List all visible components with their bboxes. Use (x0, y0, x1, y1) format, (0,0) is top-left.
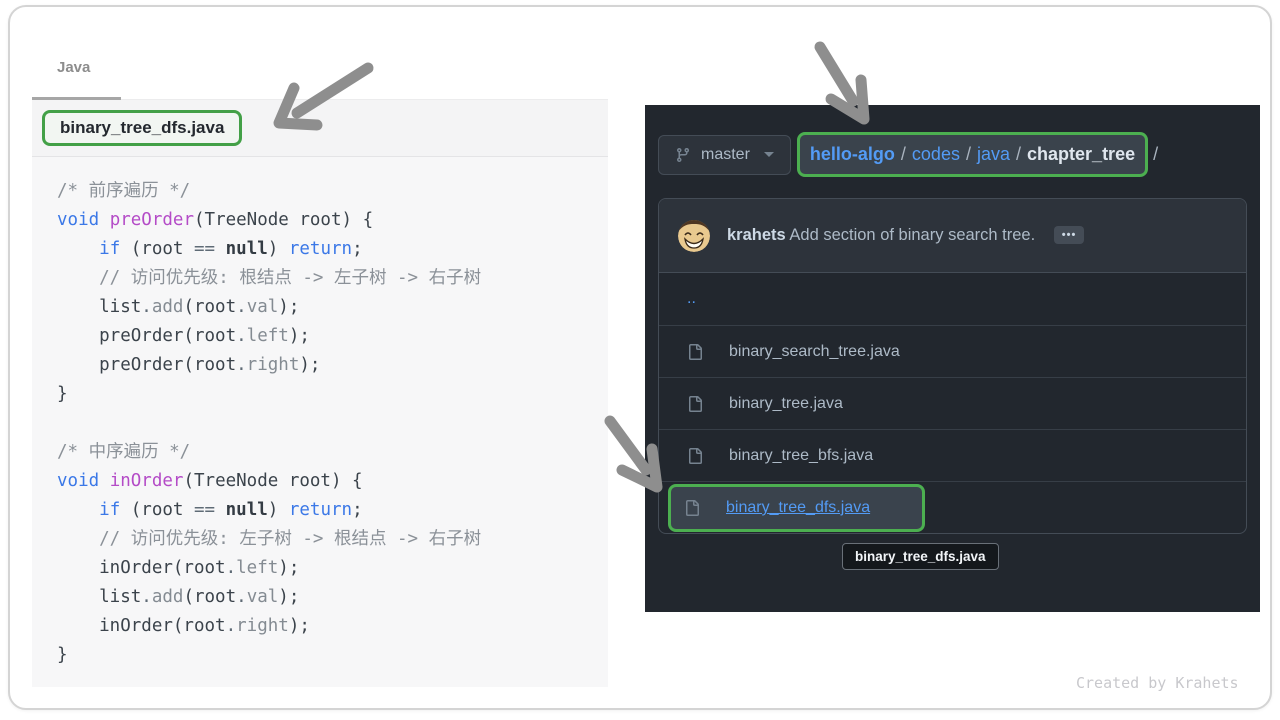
parent-directory-link[interactable]: .. (687, 290, 696, 308)
avatar[interactable] (678, 220, 710, 252)
code-line: list.add(root.val); (57, 293, 598, 322)
tab-strip-divider (121, 99, 608, 100)
code-line: inOrder(root.right); (57, 612, 598, 641)
commit-message[interactable]: Add section of binary search tree. (789, 226, 1035, 244)
breadcrumb-separator: / (960, 144, 977, 165)
breadcrumb-separator: / (1010, 144, 1027, 165)
code-line: if (root == null) return; (57, 235, 598, 264)
code-line: } (57, 641, 598, 670)
code-header: binary_tree_dfs.java (32, 100, 608, 157)
branch-selector-button[interactable]: master (658, 135, 791, 175)
credit-text: Created by Krahets (1076, 674, 1239, 692)
code-tab-bar: Java (32, 55, 608, 100)
file-list: .. binary_search_tree.java binary_tree.jav… (659, 273, 1246, 533)
code-line: preOrder(root.right); (57, 351, 598, 380)
code-block: /* 前序遍历 */void preOrder(TreeNode root) {… (32, 157, 608, 687)
latest-commit-row: krahets Add section of binary search tre… (659, 199, 1246, 273)
code-line: list.add(root.val); (57, 583, 598, 612)
code-line: // 访问优先级: 左子树 -> 根结点 -> 右子树 (57, 525, 598, 554)
breadcrumb-separator: / (895, 144, 912, 165)
file-name[interactable]: binary_tree_bfs.java (729, 447, 873, 465)
file-row[interactable]: binary_search_tree.java (659, 325, 1246, 377)
code-line: if (root == null) return; (57, 496, 598, 525)
git-branch-icon (675, 147, 691, 163)
file-icon (684, 500, 700, 516)
file-browser-card: krahets Add section of binary search tre… (658, 198, 1247, 534)
code-line: /* 前序遍历 */ (57, 177, 598, 206)
filename-highlight-box: binary_tree_dfs.java (42, 110, 242, 146)
breadcrumb-segment-codes[interactable]: codes (912, 144, 960, 165)
breadcrumb-segment-chapter_tree: chapter_tree (1027, 144, 1135, 165)
file-row[interactable]: .. (659, 273, 1246, 325)
code-line (57, 409, 598, 438)
tab-active-indicator (32, 97, 121, 100)
commit-summary: krahets Add section of binary search tre… (727, 226, 1084, 245)
branch-name: master (701, 146, 750, 164)
file-icon (687, 344, 703, 360)
file-highlight-box: binary_tree_dfs.java (668, 484, 925, 532)
code-panel: Java binary_tree_dfs.java /* 前序遍历 */void… (32, 55, 608, 687)
code-line: /* 中序遍历 */ (57, 438, 598, 467)
file-name[interactable]: binary_search_tree.java (729, 343, 900, 361)
breadcrumb-segment-hello-algo[interactable]: hello-algo (810, 144, 895, 165)
file-icon (687, 396, 703, 412)
chevron-down-icon (764, 152, 774, 157)
repo-toolbar: master hello-algo/codes/java/chapter_tre… (658, 132, 1158, 177)
code-line: preOrder(root.left); (57, 322, 598, 351)
code-line: inOrder(root.left); (57, 554, 598, 583)
file-name[interactable]: binary_tree.java (729, 395, 843, 413)
code-line: void inOrder(TreeNode root) { (57, 467, 598, 496)
code-line: } (57, 380, 598, 409)
code-line: void preOrder(TreeNode root) { (57, 206, 598, 235)
breadcrumb: hello-algo/codes/java/chapter_tree (810, 144, 1135, 165)
tab-java[interactable]: Java (32, 55, 115, 96)
file-row[interactable]: binary_tree_bfs.java (659, 429, 1246, 481)
commit-expand-button[interactable]: ••• (1054, 226, 1085, 244)
file-row[interactable]: binary_tree.java (659, 377, 1246, 429)
code-line: // 访问优先级: 根结点 -> 左子树 -> 右子树 (57, 264, 598, 293)
filename-tooltip: binary_tree_dfs.java (842, 543, 999, 570)
file-row[interactable]: binary_tree_dfs.java (659, 481, 1246, 533)
breadcrumb-trailing-slash: / (1153, 144, 1158, 165)
commit-author-link[interactable]: krahets (727, 226, 786, 244)
repo-browser-panel: master hello-algo/codes/java/chapter_tre… (645, 105, 1260, 612)
breadcrumb-segment-java[interactable]: java (977, 144, 1010, 165)
file-icon (687, 448, 703, 464)
file-name-link[interactable]: binary_tree_dfs.java (726, 499, 870, 517)
breadcrumb-highlight-box: hello-algo/codes/java/chapter_tree (797, 132, 1148, 177)
